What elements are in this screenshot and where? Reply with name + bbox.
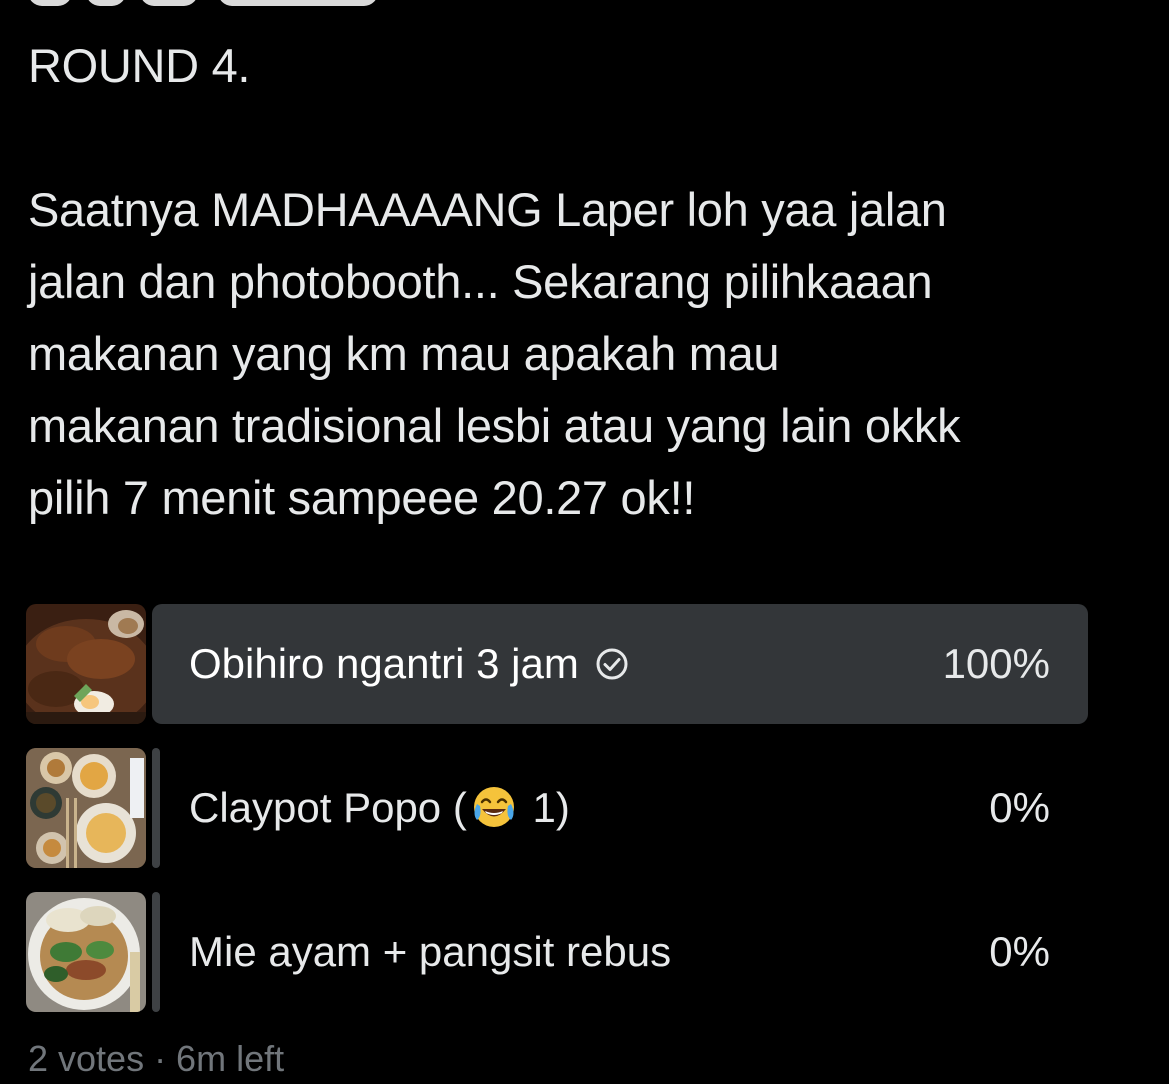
- poll-option-label: Obihiro ngantri 3 jam: [189, 640, 579, 687]
- poll-option-label-end: 1): [520, 784, 570, 831]
- poll-result-bar: [152, 892, 160, 1012]
- food-thumbnail-claypot: [26, 748, 146, 868]
- food-thumbnail-mie-ayam: [26, 892, 146, 1012]
- poll-option-label: Mie ayam + pangsit rebus: [189, 928, 672, 975]
- poll: Obihiro ngantri 3 jam 100% Claypot Popo …: [26, 604, 1088, 1036]
- poll-option-label-row: Obihiro ngantri 3 jam: [189, 604, 629, 724]
- poll-option-label-row: Claypot Popo ( 1): [189, 748, 570, 868]
- poll-option-percent: 0%: [989, 928, 1050, 975]
- tweet-title-line: ROUND 4.: [28, 39, 251, 92]
- poll-meta: 2 votes · 6m left: [28, 1038, 285, 1079]
- poll-option-percent: 100%: [942, 640, 1050, 687]
- tweet-body-line: Saatnya MADHAAAANG Laper loh yaa jalan: [28, 183, 947, 236]
- poll-option-claypot[interactable]: Claypot Popo ( 1) 0%: [26, 748, 1088, 868]
- tweet-body-line: jalan dan photobooth... Sekarang pilihka…: [28, 255, 933, 308]
- face-with-tears-of-joy-icon: [473, 786, 514, 827]
- tweet-body-line: pilih 7 menit sampeee 20.27 ok!!: [28, 471, 696, 524]
- tweet-body-line: makanan tradisional lesbi atau yang lain…: [28, 399, 961, 452]
- poll-option-percent: 0%: [989, 784, 1050, 831]
- food-thumbnail-beef-bowl: [26, 604, 146, 724]
- poll-result-bar: [152, 748, 160, 868]
- tweet-body-line: makanan yang km mau apakah mau: [28, 327, 780, 380]
- clipped-previous-text: [28, 0, 388, 6]
- check-circle-icon: [596, 648, 628, 680]
- tweet-text: ROUND 4. Saatnya MADHAAAANG Laper loh ya…: [28, 30, 1138, 534]
- poll-option-label-start: Claypot Popo (: [189, 784, 467, 831]
- poll-option-mie-ayam[interactable]: Mie ayam + pangsit rebus 0%: [26, 892, 1088, 1012]
- poll-option-obihiro[interactable]: Obihiro ngantri 3 jam 100%: [26, 604, 1088, 724]
